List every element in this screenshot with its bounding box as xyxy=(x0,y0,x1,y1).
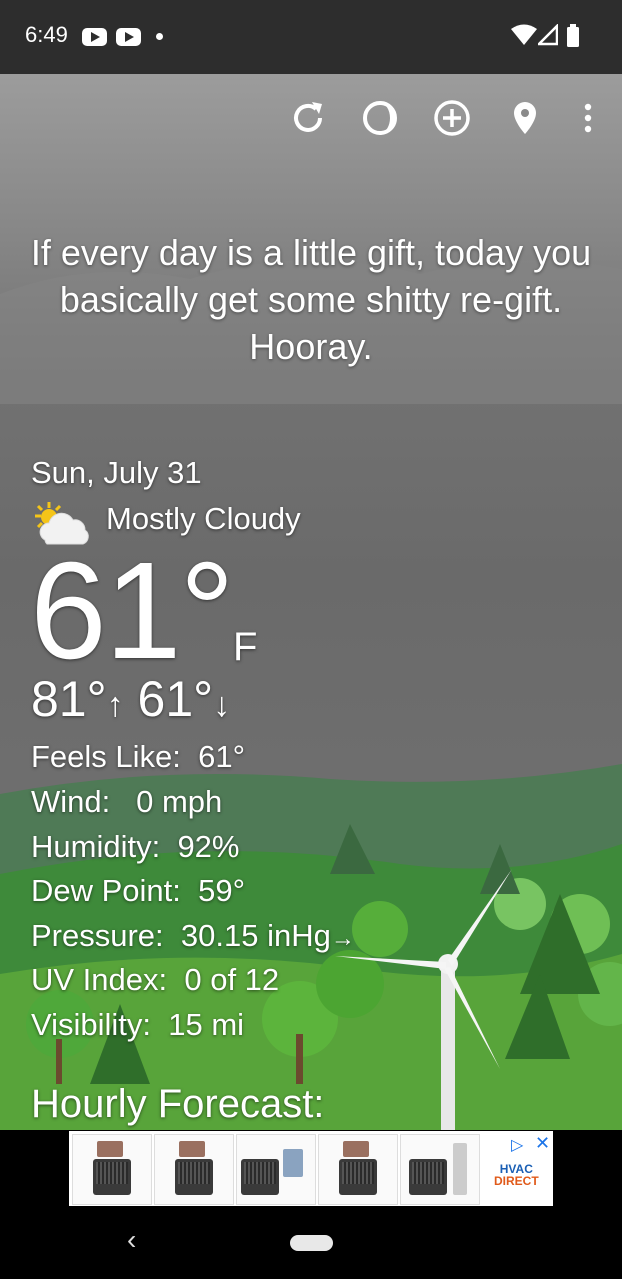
signal-icon xyxy=(538,24,558,46)
adchoices-icon[interactable]: ▷ xyxy=(511,1135,523,1155)
overflow-menu-icon[interactable] xyxy=(568,98,608,138)
refresh-icon[interactable] xyxy=(288,98,328,138)
ad-banner[interactable]: ▷ ✕ HVAC DIRECT xyxy=(69,1131,553,1206)
condition-text: Mostly Cloudy xyxy=(106,501,301,536)
down-arrow-icon: ↓ xyxy=(213,686,231,724)
youtube-icon xyxy=(116,28,141,46)
ad-product-image[interactable] xyxy=(154,1134,234,1205)
detail-value: 59° xyxy=(198,873,246,908)
dot-icon xyxy=(156,33,163,40)
detail-value: 61° xyxy=(198,739,246,774)
forecast-date: Sun, July 31 xyxy=(31,455,202,490)
uv-index-row: UV Index: 0 of 12 xyxy=(31,960,279,1000)
snarky-quote: If every day is a little gift, today you… xyxy=(30,232,592,367)
brand-line-2: DIRECT xyxy=(494,1174,539,1188)
detail-value: 30.15 inHg xyxy=(180,918,331,953)
navigation-bar: ‹ xyxy=(0,1206,622,1279)
detail-label: UV Index: xyxy=(31,962,168,997)
up-arrow-icon: ↑ xyxy=(106,686,124,724)
pressure-row: Pressure: 30.15 inHg→ xyxy=(31,916,355,959)
pressure-trend-icon: → xyxy=(330,925,355,952)
low-temp: 61° xyxy=(137,671,214,727)
high-temp: 81° xyxy=(31,671,107,727)
humidity-row: Humidity: 92% xyxy=(31,827,239,867)
current-temperature: 61° xyxy=(30,534,235,688)
youtube-icon xyxy=(82,28,107,46)
detail-label: Pressure: xyxy=(31,918,164,953)
feels-like-row: Feels Like: 61° xyxy=(31,737,245,777)
wind-row: Wind: 0 mph xyxy=(31,782,222,822)
status-time: 6:49 xyxy=(25,22,68,47)
hourly-forecast-heading: Hourly Forecast: xyxy=(31,1082,325,1126)
weather-app: If every day is a little gift, today you… xyxy=(0,74,622,1130)
detail-label: Feels Like: xyxy=(31,739,181,774)
detail-value: 92% xyxy=(177,829,240,864)
add-location-icon[interactable] xyxy=(432,98,472,138)
battery-icon xyxy=(567,24,579,47)
detail-value: 0 mph xyxy=(136,784,223,819)
temperature-unit: F xyxy=(233,625,258,669)
dew-point-row: Dew Point: 59° xyxy=(31,871,245,911)
close-icon[interactable]: ✕ xyxy=(535,1133,550,1154)
high-low: 81°↑ 61°↓ xyxy=(31,669,230,735)
detail-label: Wind: xyxy=(31,784,111,819)
detail-label: Dew Point: xyxy=(31,873,181,908)
visibility-row: Visibility: 15 mi xyxy=(31,1005,244,1045)
ad-product-image[interactable] xyxy=(236,1134,316,1205)
detail-label: Visibility: xyxy=(31,1007,152,1042)
ad-product-image[interactable] xyxy=(318,1134,398,1205)
home-handle[interactable] xyxy=(290,1235,333,1251)
status-bar: 6:49 xyxy=(0,0,622,74)
detail-label: Humidity: xyxy=(31,829,161,864)
ad-product-image[interactable] xyxy=(72,1134,152,1205)
location-pin-icon[interactable] xyxy=(505,98,545,138)
wifi-icon xyxy=(511,24,537,45)
detail-value: 15 mi xyxy=(168,1007,245,1042)
detail-value: 0 of 12 xyxy=(184,962,280,997)
ad-brand-logo[interactable]: HVAC DIRECT xyxy=(494,1163,539,1187)
theme-icon[interactable] xyxy=(360,98,400,138)
back-button[interactable]: ‹ xyxy=(127,1224,136,1256)
ad-product-image[interactable] xyxy=(400,1134,480,1205)
